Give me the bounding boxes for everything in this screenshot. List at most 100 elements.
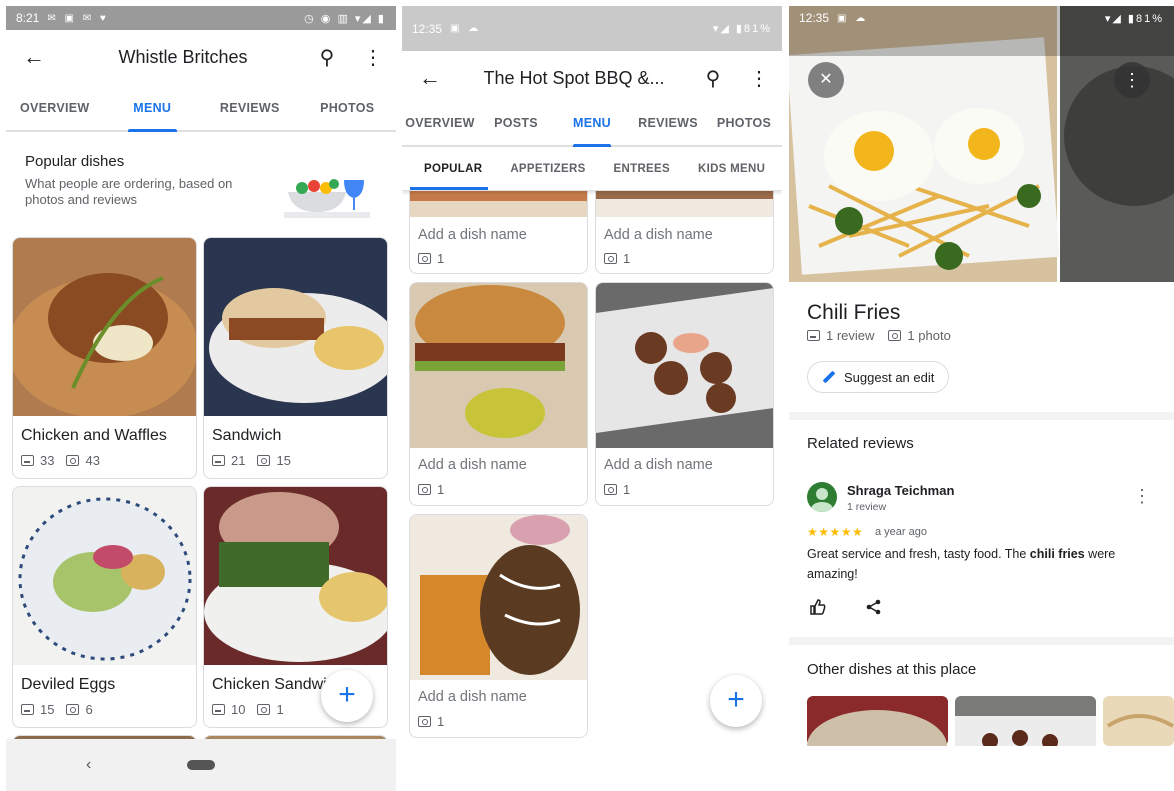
dish-card[interactable]: Deviled Eggs 15 6 bbox=[12, 486, 197, 728]
dish-photo-carousel[interactable] bbox=[789, 6, 1174, 282]
panel-hot-spot-bbq: 12:35 ▣ ☁ ▾◢ ▮81% ← The Hot Spot BBQ &..… bbox=[402, 6, 782, 791]
camera-icon bbox=[257, 455, 271, 466]
food-bowl-illustration bbox=[284, 179, 370, 218]
system-icons: ▾◢ ▮81% bbox=[1104, 12, 1164, 25]
system-nav-bar: ‹ bbox=[6, 739, 396, 791]
more-options-icon[interactable]: ⋮ bbox=[350, 45, 396, 70]
status-bar: 12:35 ▣ ☁ ▾◢ ▮81% bbox=[402, 6, 782, 51]
add-dish-button[interactable]: + bbox=[321, 670, 373, 722]
tab-photos[interactable]: PHOTOS bbox=[299, 84, 397, 130]
nav-back-icon[interactable]: ‹ bbox=[86, 756, 91, 774]
review-time: a year ago bbox=[875, 526, 927, 538]
page-title: The Hot Spot BBQ &... bbox=[483, 67, 665, 88]
pencil-icon bbox=[822, 370, 836, 384]
review-icon bbox=[807, 330, 820, 341]
dish-photo bbox=[596, 283, 773, 448]
photo-count: 1 bbox=[437, 714, 445, 729]
review-count: 21 bbox=[231, 453, 246, 468]
status-time: 12:35 bbox=[412, 21, 443, 36]
review-text-part: Great service and fresh, tasty food. The bbox=[807, 547, 1030, 561]
suggest-edit-button[interactable]: Suggest an edit bbox=[807, 361, 950, 393]
photo-count: 1 bbox=[623, 482, 631, 497]
tab-overview[interactable]: OVERVIEW bbox=[402, 99, 478, 145]
subtab-popular[interactable]: POPULAR bbox=[402, 147, 496, 190]
review-text-highlight: chili fries bbox=[1029, 547, 1085, 561]
thumbs-up-icon[interactable] bbox=[809, 598, 827, 616]
photo-count: 1 bbox=[437, 251, 445, 266]
nav-home-icon[interactable] bbox=[187, 760, 215, 770]
tab-reviews[interactable]: REVIEWS bbox=[630, 99, 706, 145]
popular-dishes-subtitle: What people are ordering, based on photo… bbox=[25, 176, 233, 207]
dish-counts: 10 1 bbox=[212, 702, 284, 717]
subtab-entrees[interactable]: ENTREES bbox=[600, 147, 684, 190]
review-icon bbox=[21, 455, 34, 466]
suggest-edit-label: Suggest an edit bbox=[844, 369, 935, 385]
review-more-icon[interactable]: ⋮ bbox=[1133, 486, 1151, 507]
dish-photo bbox=[13, 487, 196, 665]
dish-name-placeholder[interactable]: Add a dish name bbox=[604, 457, 713, 473]
dish-name: Sandwich bbox=[212, 427, 282, 444]
photo-count: 6 bbox=[85, 702, 93, 717]
panel-dish-detail: 12:35 ▣ ☁ ▾◢ ▮81% ✕ ⋮ Chili Fries 1 revi… bbox=[789, 6, 1174, 791]
review-icon bbox=[21, 704, 34, 715]
dish-card[interactable]: Sandwich 21 15 bbox=[203, 237, 388, 479]
dish-card[interactable]: Add a dish name 1 bbox=[595, 282, 774, 506]
dish-name-placeholder[interactable]: Add a dish name bbox=[418, 689, 527, 705]
dish-photo bbox=[13, 238, 196, 416]
subtab-kids-menu[interactable]: KIDS MENU bbox=[684, 147, 779, 190]
popular-dishes-title: Popular dishes bbox=[25, 153, 125, 170]
subtab-appetizers[interactable]: APPETIZERS bbox=[496, 147, 599, 190]
review-count: 33 bbox=[40, 453, 55, 468]
other-dish-thumbnail[interactable] bbox=[1103, 696, 1174, 746]
other-dish-thumbnail[interactable] bbox=[955, 696, 1096, 746]
subtab-more[interactable]: E bbox=[779, 147, 782, 190]
add-dish-button[interactable]: + bbox=[710, 675, 762, 727]
photo-count: 1 bbox=[623, 251, 631, 266]
close-icon[interactable]: ✕ bbox=[808, 62, 844, 98]
dish-counts: 1 bbox=[604, 251, 630, 266]
section-divider bbox=[789, 412, 1174, 420]
dish-name: Chicken and Waffles bbox=[21, 427, 167, 444]
notification-icons: ▣ ☁ bbox=[450, 23, 482, 34]
tab-bar: OVERVIEW POSTS MENU REVIEWS PHOTOS bbox=[402, 99, 782, 147]
dish-name-placeholder[interactable]: Add a dish name bbox=[604, 227, 713, 243]
search-icon[interactable]: ⚲ bbox=[690, 66, 736, 91]
section-divider bbox=[789, 637, 1174, 645]
other-dish-thumbnail[interactable] bbox=[807, 696, 948, 746]
reviewer-name[interactable]: Shraga Teichman bbox=[847, 483, 954, 498]
dish-card[interactable]: Add a dish name 1 bbox=[409, 282, 588, 506]
tab-overview[interactable]: OVERVIEW bbox=[6, 84, 104, 130]
share-icon[interactable] bbox=[866, 599, 882, 615]
more-options-icon[interactable]: ⋮ bbox=[1114, 62, 1150, 98]
back-arrow-icon[interactable]: ← bbox=[6, 44, 62, 70]
dish-name-placeholder[interactable]: Add a dish name bbox=[418, 227, 527, 243]
dish-card[interactable]: Add a dish name 1 bbox=[409, 514, 588, 738]
photo-count: 1 bbox=[437, 482, 445, 497]
dish-counts: 1 review 1 photo bbox=[807, 328, 951, 343]
avatar[interactable] bbox=[807, 482, 837, 512]
review-icon bbox=[212, 455, 225, 466]
more-options-icon[interactable]: ⋮ bbox=[736, 66, 782, 91]
dish-photo bbox=[204, 487, 387, 665]
dish-card[interactable]: Chicken and Waffles 33 43 bbox=[12, 237, 197, 479]
camera-icon bbox=[604, 253, 617, 264]
back-arrow-icon[interactable]: ← bbox=[402, 65, 458, 91]
tab-reviews[interactable]: REVIEWS bbox=[201, 84, 299, 130]
camera-icon bbox=[418, 484, 431, 495]
notification-icons: ▣ ☁ bbox=[837, 12, 869, 24]
photo-count: 1 bbox=[276, 702, 284, 717]
tab-posts[interactable]: POSTS bbox=[478, 99, 554, 145]
tab-menu[interactable]: MENU bbox=[554, 99, 630, 147]
system-icons: ▾◢ ▮81% bbox=[712, 23, 772, 35]
review-count-text: 1 review bbox=[826, 328, 875, 343]
dish-counts: 1 bbox=[604, 482, 630, 497]
tab-photos[interactable]: PHOTOS bbox=[706, 99, 782, 145]
dish-name-placeholder[interactable]: Add a dish name bbox=[418, 457, 527, 473]
dish-counts: 1 bbox=[418, 482, 444, 497]
search-icon[interactable]: ⚲ bbox=[304, 45, 350, 70]
dish-photo bbox=[410, 515, 587, 680]
tab-menu[interactable]: MENU bbox=[104, 84, 202, 132]
review-text: Great service and fresh, tasty food. The… bbox=[807, 544, 1147, 584]
page-title: Whistle Britches bbox=[118, 46, 248, 67]
dish-name: Deviled Eggs bbox=[21, 676, 116, 693]
